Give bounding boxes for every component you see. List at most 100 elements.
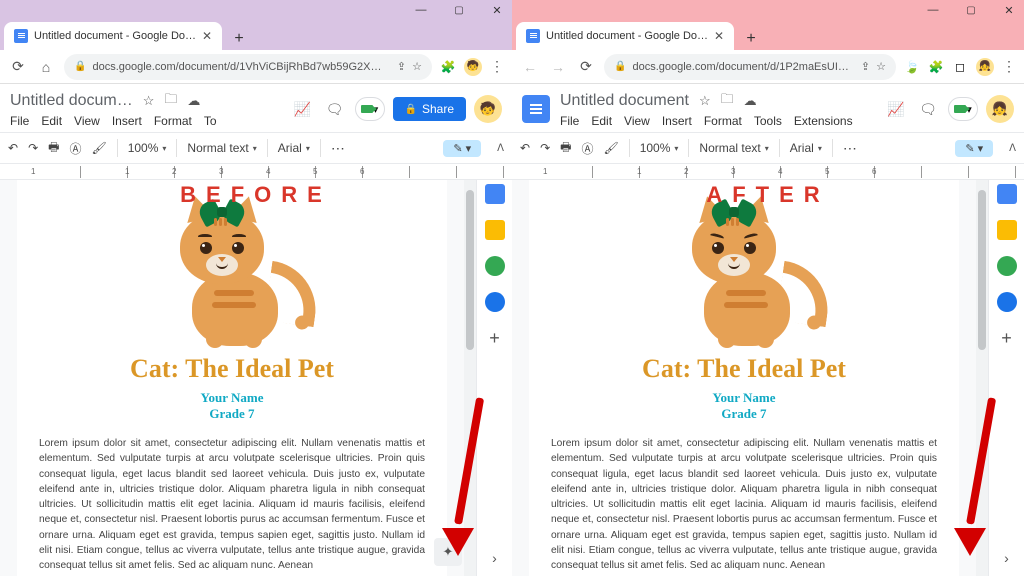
- back-icon[interactable]: ←: [520, 57, 540, 77]
- docs-logo-icon[interactable]: [522, 95, 550, 123]
- spellcheck-icon[interactable]: Ⓐ: [69, 140, 81, 157]
- menu-edit[interactable]: Edit: [591, 114, 612, 128]
- collapse-toolbar-icon[interactable]: ᐱ: [497, 143, 504, 154]
- style-dropdown[interactable]: Normal text: [187, 141, 256, 155]
- share-url-icon[interactable]: ⇪: [397, 60, 406, 73]
- more-toolbar-icon[interactable]: ⋯: [331, 140, 346, 157]
- ruler[interactable]: 1 1 2 3 4 5 6: [512, 164, 1024, 180]
- account-avatar-icon[interactable]: 👧: [986, 95, 1014, 123]
- menu-tools[interactable]: Tools: [754, 114, 782, 128]
- spellcheck-icon[interactable]: Ⓐ: [581, 140, 593, 157]
- contacts-icon[interactable]: [997, 292, 1017, 312]
- document-page[interactable]: Cat: The Ideal Pet Your Name Grade 7 Lor…: [529, 180, 959, 576]
- tab-close-icon[interactable]: ✕: [714, 29, 724, 43]
- document-page[interactable]: Cat: The Ideal Pet Your Name Grade 7 Lor…: [17, 180, 447, 576]
- address-field[interactable]: 🔒 docs.google.com/document/d/1P2maEsUIHS…: [604, 54, 896, 80]
- browser-tab[interactable]: Untitled document - Google Do… ✕: [4, 22, 222, 50]
- extension-icon-2[interactable]: ◻: [952, 59, 968, 75]
- redo-icon[interactable]: ↷: [540, 141, 550, 155]
- bookmark-icon[interactable]: ☆: [876, 60, 886, 73]
- redo-icon[interactable]: ↷: [28, 141, 38, 155]
- font-dropdown[interactable]: Arial: [790, 141, 822, 155]
- menu-view[interactable]: View: [74, 114, 100, 128]
- undo-icon[interactable]: ↶: [520, 141, 530, 155]
- zoom-dropdown[interactable]: 100%: [128, 141, 167, 155]
- cloud-status-icon[interactable]: ☁: [187, 93, 200, 109]
- menu-extensions[interactable]: Extensions: [794, 114, 853, 128]
- add-addon-icon[interactable]: +: [489, 328, 500, 349]
- share-button[interactable]: Share: [393, 97, 466, 121]
- doc-author[interactable]: Your Name: [551, 390, 937, 406]
- keep-icon[interactable]: [485, 220, 505, 240]
- move-icon[interactable]: 🗀: [721, 90, 734, 112]
- explore-button[interactable]: ✦: [434, 538, 462, 566]
- address-field[interactable]: 🔒 docs.google.com/document/d/1VhViCBijRh…: [64, 54, 432, 80]
- hide-panel-icon[interactable]: ›: [492, 550, 497, 566]
- reload-icon[interactable]: ⟳: [576, 57, 596, 77]
- comments-icon[interactable]: 🗨: [323, 97, 347, 121]
- extensions-menu-icon[interactable]: 🧩: [928, 59, 944, 75]
- more-toolbar-icon[interactable]: ⋯: [843, 140, 858, 157]
- undo-icon[interactable]: ↶: [8, 141, 18, 155]
- collapse-toolbar-icon[interactable]: ᐱ: [1009, 143, 1016, 154]
- font-dropdown[interactable]: Arial: [278, 141, 310, 155]
- menu-insert[interactable]: Insert: [662, 114, 692, 128]
- calendar-icon[interactable]: [485, 184, 505, 204]
- scrollbar[interactable]: [464, 180, 476, 576]
- window-min-icon[interactable]: [414, 3, 428, 17]
- profile-avatar-icon[interactable]: 👧: [976, 58, 994, 76]
- star-icon[interactable]: ☆: [699, 93, 711, 109]
- scrollbar[interactable]: [976, 180, 988, 576]
- profile-avatar-icon[interactable]: 🧒: [464, 58, 482, 76]
- zoom-dropdown[interactable]: 100%: [640, 141, 679, 155]
- calendar-icon[interactable]: [997, 184, 1017, 204]
- window-max-icon[interactable]: [452, 3, 466, 17]
- tasks-icon[interactable]: [997, 256, 1017, 276]
- menu-edit[interactable]: Edit: [41, 114, 62, 128]
- cloud-status-icon[interactable]: ☁: [744, 93, 757, 109]
- paint-format-icon[interactable]: 🖌: [603, 141, 618, 155]
- cat-image[interactable]: [551, 194, 937, 354]
- menu-tools[interactable]: To: [204, 114, 217, 128]
- home-icon[interactable]: ⌂: [36, 57, 56, 77]
- docs-title[interactable]: Untitled docum… ☆ 🗀 ☁: [10, 90, 281, 112]
- chrome-menu-icon[interactable]: ⋮: [490, 58, 504, 75]
- activity-icon[interactable]: 📈: [291, 97, 315, 121]
- account-avatar-icon[interactable]: 🧒: [474, 95, 502, 123]
- star-icon[interactable]: ☆: [143, 93, 155, 109]
- doc-body[interactable]: Lorem ipsum dolor sit amet, consectetur …: [39, 436, 425, 574]
- menu-file[interactable]: File: [560, 114, 579, 128]
- share-url-icon[interactable]: ⇪: [861, 60, 870, 73]
- menu-file[interactable]: File: [10, 114, 29, 128]
- doc-grade[interactable]: Grade 7: [551, 406, 937, 422]
- print-icon[interactable]: 🖶: [48, 138, 59, 159]
- add-addon-icon[interactable]: +: [1001, 328, 1012, 349]
- extension-icon[interactable]: 🧩: [440, 59, 456, 75]
- menu-format[interactable]: Format: [154, 114, 192, 128]
- doc-body[interactable]: Lorem ipsum dolor sit amet, consectetur …: [551, 436, 937, 574]
- window-max-icon[interactable]: [964, 3, 978, 17]
- forward-icon[interactable]: →: [548, 57, 568, 77]
- editing-mode-button[interactable]: ✎ ▾: [955, 140, 993, 157]
- window-close-icon[interactable]: [1002, 3, 1016, 17]
- style-dropdown[interactable]: Normal text: [699, 141, 768, 155]
- doc-author[interactable]: Your Name: [39, 390, 425, 406]
- doc-heading[interactable]: Cat: The Ideal Pet: [39, 354, 425, 384]
- move-icon[interactable]: 🗀: [164, 90, 177, 112]
- tab-close-icon[interactable]: ✕: [202, 29, 212, 43]
- contacts-icon[interactable]: [485, 292, 505, 312]
- meet-icon[interactable]: ▾: [355, 97, 385, 121]
- chrome-menu-icon[interactable]: ⋮: [1002, 58, 1016, 75]
- extension-icon[interactable]: 🍃: [904, 59, 920, 75]
- browser-tab[interactable]: Untitled document - Google Do… ✕: [516, 22, 734, 50]
- menu-insert[interactable]: Insert: [112, 114, 142, 128]
- docs-title[interactable]: Untitled document ☆ 🗀 ☁: [560, 90, 874, 112]
- doc-grade[interactable]: Grade 7: [39, 406, 425, 422]
- activity-icon[interactable]: 📈: [884, 97, 908, 121]
- ruler[interactable]: 1 1 2 3 4 5 6: [0, 164, 512, 180]
- new-tab-button[interactable]: +: [228, 28, 250, 50]
- editing-mode-button[interactable]: ✎ ▾: [443, 140, 481, 157]
- meet-icon[interactable]: ▾: [948, 97, 978, 121]
- keep-icon[interactable]: [997, 220, 1017, 240]
- menu-view[interactable]: View: [624, 114, 650, 128]
